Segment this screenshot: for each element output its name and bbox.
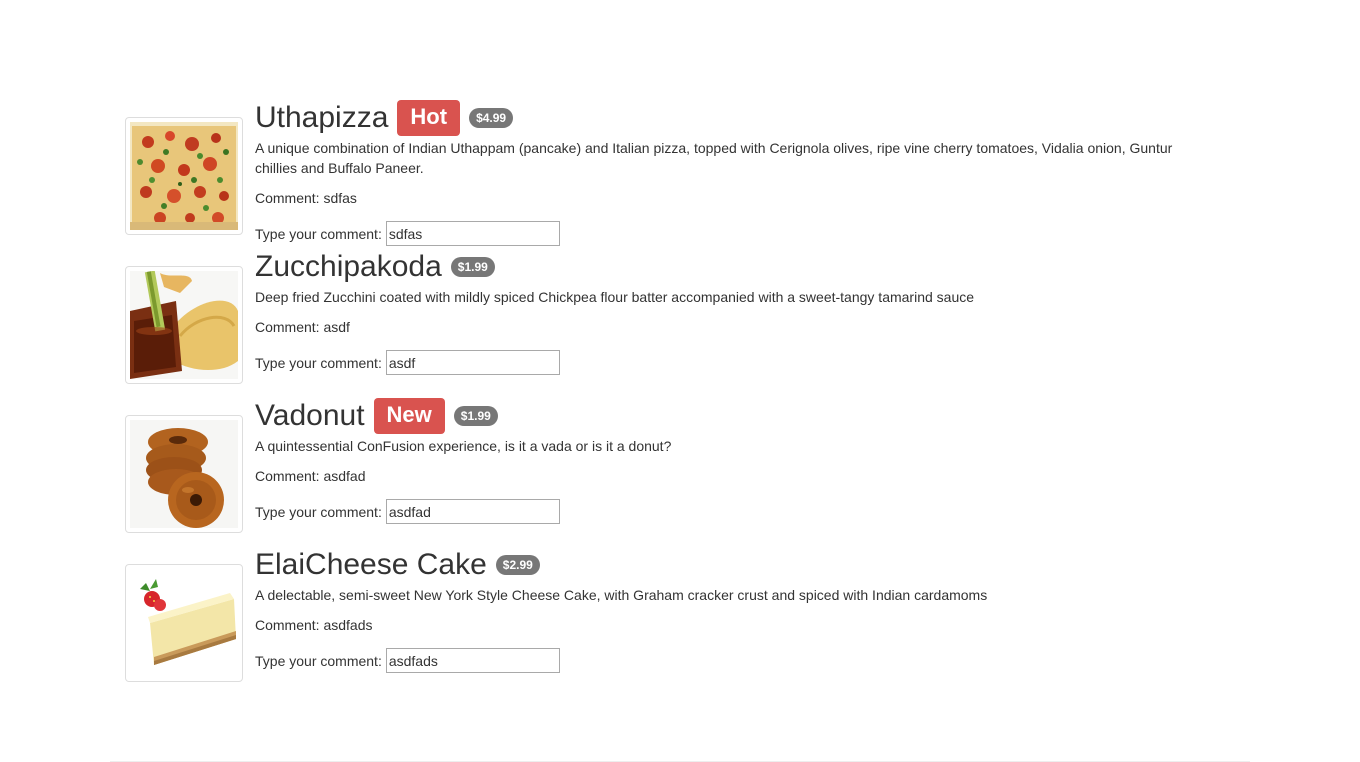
price-badge: $4.99 <box>469 108 514 128</box>
comment-input[interactable] <box>385 350 560 375</box>
price-badge: $1.99 <box>453 406 498 426</box>
dish-description: A delectable, semi-sweet New York Style … <box>255 587 988 603</box>
comment-input-label: Type your comment: <box>255 354 382 371</box>
comment-form: Type your comment: <box>255 499 1235 524</box>
dish-thumbnail-uthapizza[interactable] <box>125 117 243 235</box>
dish-heading: ElaiCheese Cake $2.99 <box>255 547 1235 583</box>
comment-form: Type your comment: <box>255 221 1235 246</box>
menu-list: Uthapizza Hot $4.99 A unique combination… <box>125 100 1235 696</box>
menu-item-uthapizza: Uthapizza Hot $4.99 A unique combination… <box>125 100 1235 249</box>
label-badge: Hot <box>397 100 461 136</box>
dish-body: Vadonut New $1.99 A quintessential ConFu… <box>255 398 1235 524</box>
price-badge: $2.99 <box>495 555 540 575</box>
dish-heading: Uthapizza Hot $4.99 <box>255 100 1235 136</box>
dish-description: A quintessential ConFusion experience, i… <box>255 438 672 454</box>
comment-input-label: Type your comment: <box>255 652 382 669</box>
dish-thumbnail-zucchipakoda[interactable] <box>125 266 243 384</box>
price-badge: $1.99 <box>450 257 495 277</box>
dish-body: ElaiCheese Cake $2.99 A delectable, semi… <box>255 547 1235 673</box>
dish-name: ElaiCheese Cake <box>255 548 487 581</box>
dish-body: Zucchipakoda $1.99 Deep fried Zucchini c… <box>255 249 1235 375</box>
dish-comment: Comment: asdfads <box>255 617 373 633</box>
vadonut-image <box>130 420 238 528</box>
label-badge: New <box>373 398 445 434</box>
dish-name: Zucchipakoda <box>255 250 442 283</box>
menu-item-vadonut: Vadonut New $1.99 A quintessential ConFu… <box>125 398 1235 547</box>
comment-input-label: Type your comment: <box>255 503 382 520</box>
page: Uthapizza Hot $4.99 A unique combination… <box>0 0 1360 762</box>
dish-name: Uthapizza <box>255 101 389 134</box>
dish-comment: Comment: sdfas <box>255 190 357 206</box>
menu-item-elaicheese-cake: ElaiCheese Cake $2.99 A delectable, semi… <box>125 547 1235 696</box>
comment-form: Type your comment: <box>255 350 1235 375</box>
comment-input[interactable] <box>385 648 560 673</box>
zucchipakoda-image <box>130 271 238 379</box>
menu-item-zucchipakoda: Zucchipakoda $1.99 Deep fried Zucchini c… <box>125 249 1235 398</box>
dish-heading: Zucchipakoda $1.99 <box>255 249 1235 285</box>
uthapizza-image <box>130 122 238 230</box>
comment-input-label: Type your comment: <box>255 225 382 242</box>
comment-input[interactable] <box>385 221 560 246</box>
dish-description: Deep fried Zucchini coated with mildly s… <box>255 289 975 305</box>
dish-heading: Vadonut New $1.99 <box>255 398 1235 434</box>
comment-input[interactable] <box>385 499 560 524</box>
elaicheese-cake-image <box>130 569 238 677</box>
dish-body: Uthapizza Hot $4.99 A unique combination… <box>255 100 1235 246</box>
dish-comment: Comment: asdfad <box>255 468 366 484</box>
dish-comment: Comment: asdf <box>255 319 350 335</box>
dish-name: Vadonut <box>255 399 365 432</box>
dish-thumbnail-vadonut[interactable] <box>125 415 243 533</box>
dish-description: A unique combination of Indian Uthappam … <box>255 140 1173 176</box>
comment-form: Type your comment: <box>255 648 1235 673</box>
dish-thumbnail-elaicheese-cake[interactable] <box>125 564 243 682</box>
